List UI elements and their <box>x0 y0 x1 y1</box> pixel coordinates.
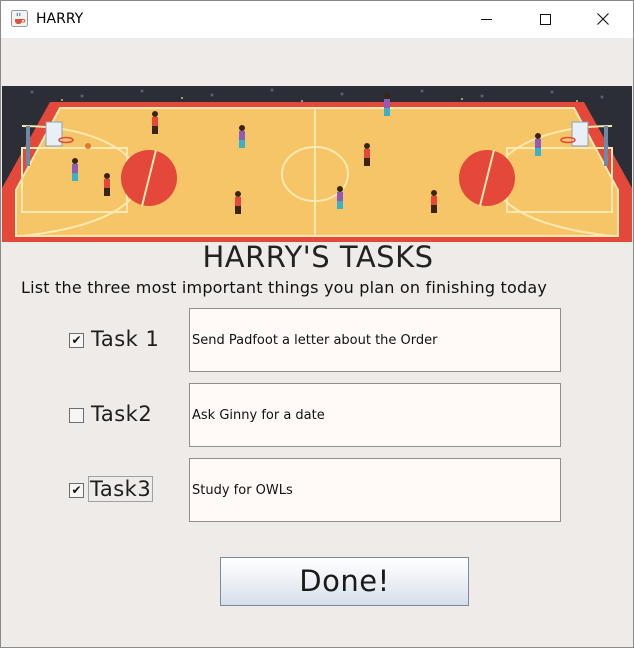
task-row-2: Task2 Ask Ginny for a date <box>1 383 634 449</box>
window-title: HARRY <box>36 11 84 27</box>
task-3-label[interactable]: Task3 <box>87 476 154 502</box>
task-3-field[interactable]: Study for OWLs <box>189 458 561 522</box>
minimize-button[interactable] <box>463 1 509 38</box>
task-1-field[interactable]: Send Padfoot a letter about the Order <box>189 308 561 372</box>
task-1-label[interactable]: Task 1 <box>91 327 159 351</box>
page-title: HARRY'S TASKS <box>202 240 434 274</box>
title-bar[interactable]: HARRY <box>1 1 633 38</box>
task-row-3: ✔ Task3 Study for OWLs <box>1 458 634 524</box>
checkmark-icon: ✔ <box>71 483 82 497</box>
task-row-1: ✔ Task 1 Send Padfoot a letter about the… <box>1 308 634 374</box>
task-3-checkbox[interactable]: ✔ <box>69 483 84 498</box>
minimize-icon <box>480 10 492 29</box>
basketball-court-image <box>2 86 632 242</box>
checkmark-icon: ✔ <box>71 333 82 347</box>
task-2-field[interactable]: Ask Ginny for a date <box>189 383 561 447</box>
app-window: HARRY HARRY'S TASKS List the three most … <box>0 0 634 648</box>
maximize-button[interactable] <box>522 1 568 38</box>
close-button[interactable] <box>580 1 626 38</box>
java-cup-icon <box>11 10 28 27</box>
task-1-checkbox[interactable]: ✔ <box>69 333 84 348</box>
close-icon <box>597 10 609 29</box>
task-2-checkbox[interactable] <box>69 408 84 423</box>
task-2-label[interactable]: Task2 <box>91 402 152 426</box>
content-panel: HARRY'S TASKS List the three most import… <box>1 38 633 647</box>
maximize-icon <box>539 10 551 29</box>
done-button[interactable]: Done! <box>220 557 469 606</box>
page-subtitle: List the three most important things you… <box>21 278 547 297</box>
